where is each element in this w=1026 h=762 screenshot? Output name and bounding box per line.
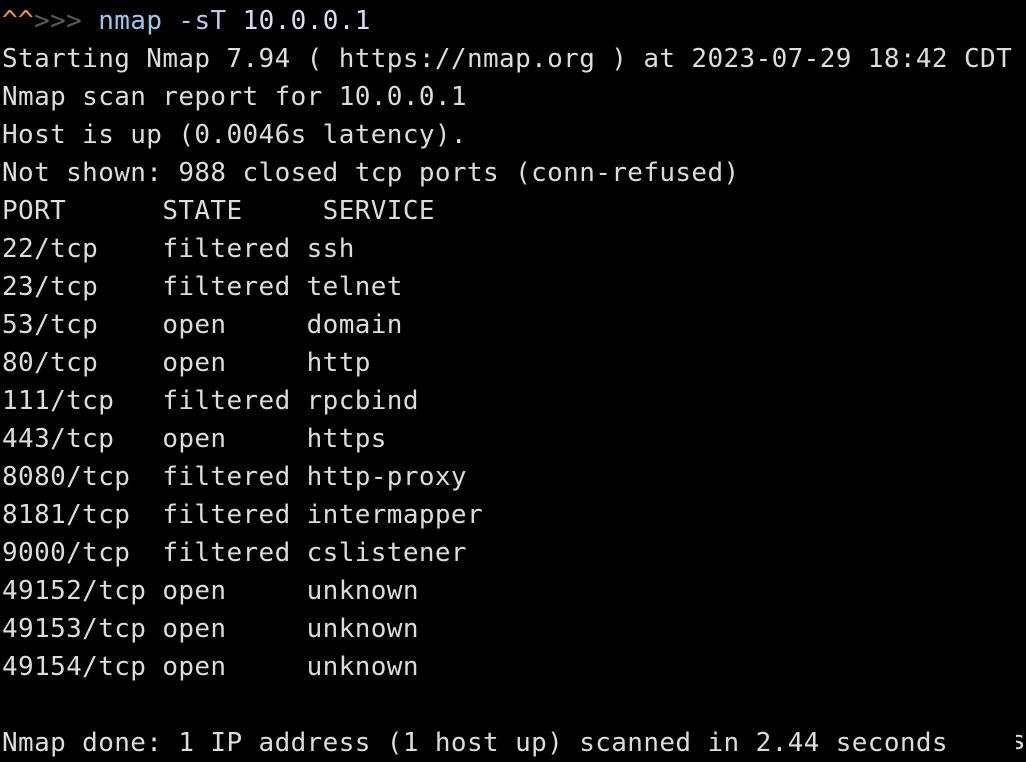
terminal-window[interactable]: ^^>>> nmap -sT 10.0.0.1 Starting Nmap 7.… bbox=[0, 0, 1026, 758]
prompt-space-3 bbox=[227, 6, 243, 36]
blank-separator-line bbox=[2, 686, 1026, 724]
output-line-host-up: Host is up (0.0046s latency). bbox=[2, 120, 467, 150]
table-row: 8080/tcp filtered http-proxy bbox=[2, 462, 467, 492]
output-line-scan-report: Nmap scan report for 10.0.0.1 bbox=[2, 82, 467, 112]
prompt-chevron-icon: ^^ bbox=[2, 6, 35, 36]
clipped-edge-glyph: s bbox=[1016, 722, 1026, 756]
port-table-header: PORT STATE SERVICE bbox=[2, 196, 435, 226]
prompt-space-1 bbox=[82, 6, 98, 36]
command-prompt-line: ^^>>> nmap -sT 10.0.0.1 bbox=[2, 2, 1026, 40]
output-line-not-shown: Not shown: 988 closed tcp ports (conn-re… bbox=[2, 158, 740, 188]
table-row: 49152/tcp open unknown bbox=[2, 576, 419, 606]
table-row: 111/tcp filtered rpcbind bbox=[2, 386, 419, 416]
output-line-starting: Starting Nmap 7.94 ( https://nmap.org ) … bbox=[2, 44, 1013, 74]
command-program: nmap bbox=[98, 6, 163, 36]
table-row: 443/tcp open https bbox=[2, 424, 387, 454]
table-row: 49153/tcp open unknown bbox=[2, 614, 419, 644]
clipped-edge-glyph-text: s bbox=[1016, 726, 1026, 756]
table-row: 8181/tcp filtered intermapper bbox=[2, 500, 483, 530]
prompt-arrows-icon: >>> bbox=[34, 6, 83, 36]
command-target-host: 10.0.0.1 bbox=[242, 6, 371, 36]
table-row: 9000/tcp filtered cslistener bbox=[2, 538, 467, 568]
table-row: 80/tcp open http bbox=[2, 348, 371, 378]
table-row: 49154/tcp open unknown bbox=[2, 652, 419, 682]
table-row: 23/tcp filtered telnet bbox=[2, 272, 403, 302]
output-line-scan-summary: Nmap done: 1 IP address (1 host up) scan… bbox=[2, 728, 948, 758]
table-row: 22/tcp filtered ssh bbox=[2, 234, 355, 264]
table-row: 53/tcp open domain bbox=[2, 310, 403, 340]
prompt-space-2 bbox=[162, 6, 178, 36]
command-flag: -sT bbox=[178, 6, 227, 36]
